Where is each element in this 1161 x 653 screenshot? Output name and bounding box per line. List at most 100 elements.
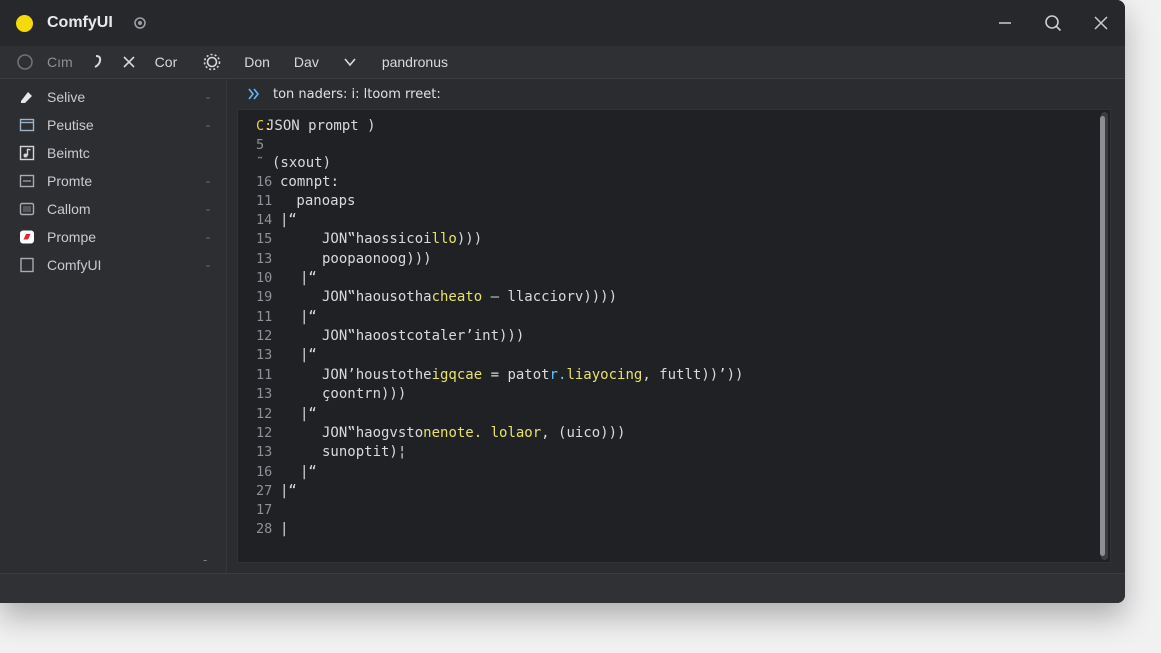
code-text: | <box>280 521 288 537</box>
code-text: çoontrn))) <box>322 386 406 402</box>
line-number: 13 <box>256 347 273 363</box>
code-text: |“ <box>280 212 297 228</box>
line-number: 13 <box>256 444 273 460</box>
code-token: lacciorv <box>515 289 584 305</box>
sidebar-item-prompe[interactable]: Prompe - <box>0 223 226 251</box>
code-text: |“ <box>300 309 317 325</box>
pen-icon <box>19 89 35 105</box>
toolbar-item-pandronus[interactable]: pandronus <box>382 46 448 78</box>
window-controls <box>981 0 1125 46</box>
line-number: 13 <box>256 251 273 267</box>
code-text: |“ <box>300 464 317 480</box>
sidebar-item-label: Selive <box>47 89 86 105</box>
code-token: comnpt: <box>280 174 340 190</box>
code-token: |“ <box>300 406 317 422</box>
close-icon <box>1094 16 1108 30</box>
toolbar-item-don[interactable]: Don <box>244 46 270 78</box>
code-token: = patot <box>482 367 550 383</box>
code-token: sunoptit)¦ <box>322 444 407 460</box>
toolbar-item-cor[interactable]: Cor <box>155 46 178 78</box>
code-text: poopaonoog))) <box>322 251 432 267</box>
line-number: 12 <box>256 425 273 441</box>
code-token: JSON prompt ) <box>266 118 376 134</box>
sidebar: Selive - Peutise - Beimtc Promte - Callo… <box>0 79 227 573</box>
sidebar-item-selive[interactable]: Selive - <box>0 83 226 111</box>
code-token-highlight: r. <box>549 367 567 383</box>
code-text: (sxout) <box>272 155 331 171</box>
settings-icon <box>203 53 221 71</box>
sidebar-item-label: Callom <box>47 201 91 217</box>
code-token: JON‟haousotha <box>322 289 432 305</box>
code-token-highlight: cheato <box>431 289 483 305</box>
sidebar-item-beimtc[interactable]: Beimtc <box>0 139 226 167</box>
line-number: 12 <box>256 328 273 344</box>
line-number: 15 <box>256 231 273 247</box>
editor-scroll-thumb[interactable] <box>1100 116 1105 556</box>
code-token: çoontrn))) <box>322 386 407 402</box>
breadcrumb-text: ton naders: i: ltoom rreet: <box>273 86 441 102</box>
editor-scrollbar[interactable] <box>1100 112 1108 560</box>
code-text: |“ <box>280 483 297 499</box>
toolbar-item-cim[interactable]: Cım <box>16 46 73 78</box>
main-panel: ton naders: i: ltoom rreet: C: JSON promp… <box>227 79 1125 573</box>
code-token: |“ <box>300 347 317 363</box>
line-number: 10 <box>256 270 273 286</box>
close-button[interactable] <box>1077 0 1125 46</box>
toolbar-shuffle-button[interactable] <box>121 46 137 78</box>
panel-icon <box>19 201 35 217</box>
toolbar-dropdown-button[interactable] <box>343 46 357 78</box>
sidebar-item-peutise[interactable]: Peutise - <box>0 111 226 139</box>
sidebar-item-promte[interactable]: Promte - <box>0 167 226 195</box>
code-token: panoaps <box>288 193 356 209</box>
line-number: 11 <box>256 193 273 209</box>
code-text: JON’houstotheigqcae = patotr.liayocing, … <box>322 367 743 383</box>
sidebar-item-comfyui[interactable]: ComfyUI - <box>0 251 226 279</box>
code-token: JON‟haoostcotaler’int))) <box>322 328 525 344</box>
link-icon <box>94 55 101 68</box>
minimize-button[interactable] <box>981 0 1029 46</box>
window-icon <box>19 117 35 133</box>
code-token: |“ <box>300 270 317 286</box>
sidebar-item-trail: - <box>206 202 210 216</box>
code-text: JON‟haoostcotaler’int))) <box>322 328 524 344</box>
code-text: comnpt: <box>280 174 339 190</box>
code-text: panoaps <box>288 193 355 209</box>
file-icon <box>19 173 35 189</box>
chevron-down-icon <box>344 58 356 67</box>
search-button[interactable] <box>1029 0 1077 46</box>
sidebar-item-label: Beimtc <box>47 145 90 161</box>
code-token: |“ <box>300 309 317 325</box>
status-bar <box>0 573 1125 603</box>
sidebar-item-trail: - <box>206 258 210 272</box>
toolbar-label-cor: Cor <box>154 54 178 70</box>
app-window: ComfyUI Cım Cor Don Dav pandronus Selive… <box>0 0 1125 603</box>
gear-icon[interactable] <box>131 14 149 32</box>
code-text: |“ <box>300 347 317 363</box>
code-text: sunoptit)¦ <box>322 444 406 460</box>
toolbar-settings-button[interactable] <box>203 46 221 78</box>
code-token: (sxout) <box>272 155 332 171</box>
sidebar-item-callom[interactable]: Callom - <box>0 195 226 223</box>
chevrons-right-icon <box>248 88 260 100</box>
toolbar-item-dav[interactable]: Dav <box>294 46 319 78</box>
red-badge-icon <box>19 229 35 245</box>
sidebar-item-label: Promte <box>47 173 93 189</box>
toolbar-label-cim: Cım <box>47 54 73 70</box>
code-editor[interactable]: C: JSON prompt ) 5 ˜ (sxout) 16 comnpt: 11 pano… <box>237 109 1111 563</box>
app-logo-icon <box>16 14 33 32</box>
code-token: |“ <box>280 212 297 228</box>
code-token-highlight: nenote. lolaor <box>423 425 542 441</box>
code-token: – l <box>482 289 516 305</box>
line-number: 16 <box>256 464 273 480</box>
line-number: 5 <box>256 137 265 153</box>
code-token-highlight: igqcae <box>431 367 483 383</box>
sidebar-bottom-mark: - <box>203 553 208 567</box>
sidebar-item-trail: - <box>206 174 210 188</box>
code-token-highlight: liayocing <box>566 367 643 383</box>
code-token: ))) <box>456 231 483 247</box>
code-token: )))) <box>583 289 618 305</box>
code-token: , (uico))) <box>541 425 626 441</box>
toolbar-link-button[interactable] <box>91 46 105 78</box>
code-token: , futlt))’)) <box>642 367 744 383</box>
sidebar-item-trail: - <box>206 118 210 132</box>
